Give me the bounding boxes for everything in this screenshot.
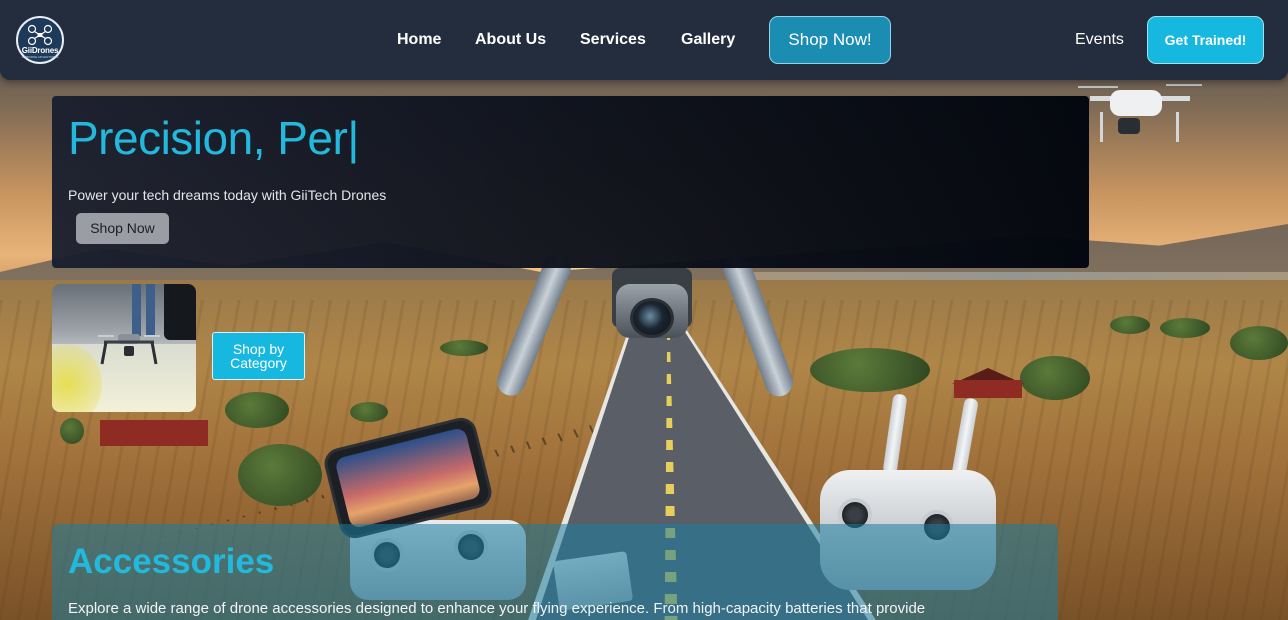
nav-events[interactable]: Events [1075, 30, 1124, 50]
propeller [1166, 84, 1202, 86]
propeller [1078, 86, 1118, 88]
tree [440, 340, 488, 356]
tree [810, 348, 930, 392]
drone-icon [98, 334, 160, 365]
drone-camera [1118, 118, 1140, 134]
nav-about-us[interactable]: About Us [475, 30, 546, 50]
site-logo[interactable]: GiiDrones AIRBORNE ADVENTURES [16, 16, 64, 64]
hero-subtitle: Power your tech dreams today with GiiTec… [68, 187, 387, 203]
tree [1020, 356, 1090, 400]
tree [1160, 318, 1210, 338]
accessories-title: Accessories [68, 542, 275, 581]
small-drone [1110, 90, 1162, 116]
get-trained-button[interactable]: Get Trained! [1147, 16, 1264, 64]
tree [238, 444, 322, 506]
hero-banner: Precision, Per| Power your tech dreams t… [52, 96, 1089, 268]
tree [1230, 326, 1288, 360]
nav-services[interactable]: Services [580, 30, 646, 50]
tree [225, 392, 289, 428]
shop-by-category-button[interactable]: Shop by Category [212, 332, 305, 380]
navbar: GiiDrones AIRBORNE ADVENTURES Home About… [0, 0, 1288, 80]
shop-now-button[interactable]: Shop Now! [769, 16, 891, 64]
accessories-section: Accessories Explore a wide range of dron… [52, 524, 1058, 620]
camera-lens [630, 298, 674, 338]
barn [954, 380, 1022, 398]
hero-shop-now-button[interactable]: Shop Now [76, 213, 169, 244]
nav-home[interactable]: Home [397, 30, 441, 50]
tree [60, 418, 84, 444]
hero-title: Precision, Per| [68, 112, 359, 164]
nav-gallery[interactable]: Gallery [681, 30, 735, 50]
tree [1110, 316, 1150, 334]
barn [100, 420, 208, 446]
drone-leg [1176, 112, 1179, 142]
category-thumbnail[interactable] [52, 284, 196, 412]
drone-leg [1100, 112, 1103, 142]
logo-tagline: AIRBORNE ADVENTURES [21, 54, 59, 59]
accessories-description: Explore a wide range of drone accessorie… [68, 600, 926, 617]
car [164, 284, 196, 340]
tree [350, 402, 388, 422]
logo-name: GiiDrones [21, 45, 59, 55]
drone-icon [27, 24, 53, 45]
